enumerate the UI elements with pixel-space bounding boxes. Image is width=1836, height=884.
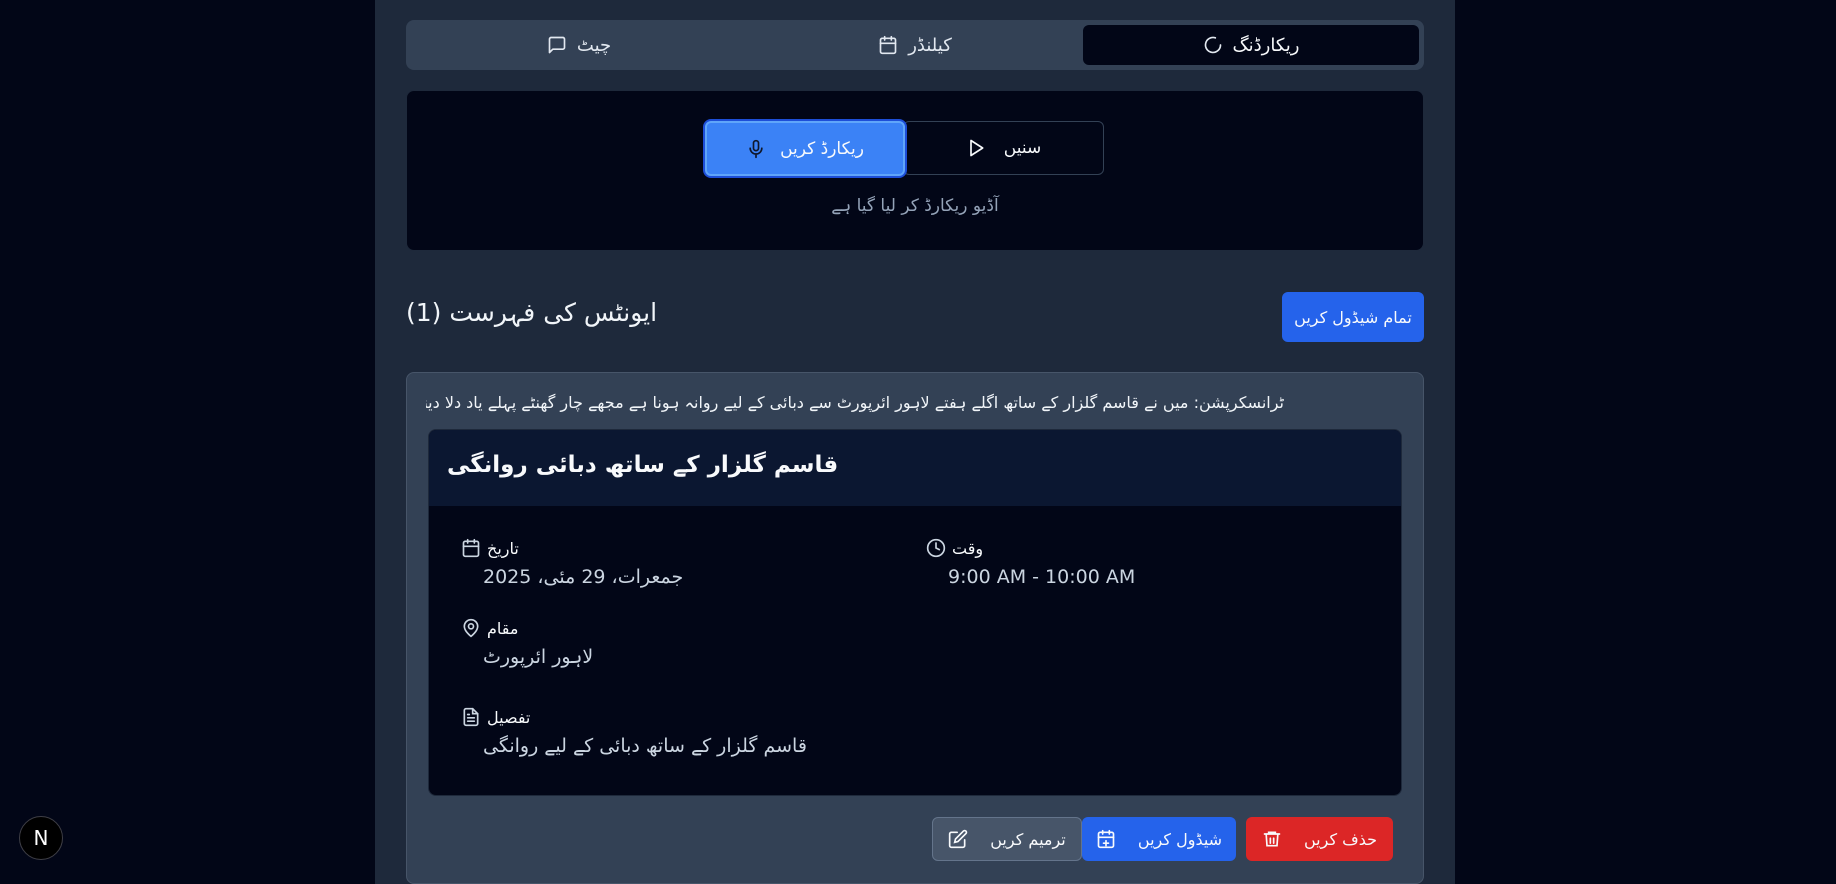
time-label: وقت (952, 538, 984, 558)
event-title: قاسم گلزار کے ساتھ دبائی روانگی (447, 452, 839, 478)
edit-label: ترمیم کریں (990, 829, 1066, 849)
schedule-button[interactable]: شیڈول کریں (1082, 817, 1236, 861)
map-pin-icon (463, 618, 479, 638)
edit-button[interactable]: ترمیم کریں (932, 817, 1082, 861)
record-label: ریکارڈ کریں (780, 138, 864, 159)
tab-chat[interactable]: چیٹ (411, 25, 747, 65)
message-icon (548, 36, 566, 54)
schedule-all-button[interactable]: تمام شیڈول کریں (1282, 292, 1424, 342)
microphone-icon (749, 139, 763, 158)
trash-icon (1263, 831, 1281, 847)
location-value: لاہور ائرپورٹ (483, 646, 594, 668)
tab-recording-label: ریکارڈنگ (1232, 34, 1300, 56)
listen-button[interactable]: سنیں (903, 121, 1104, 175)
loader-icon (1204, 36, 1221, 54)
nextjs-logo-icon: N (33, 826, 49, 850)
calendar-icon (879, 35, 897, 55)
date-label: تاریخ (487, 538, 519, 558)
transcript-text: ٹرانسکرپشن: میں نے قاسم گلزار کے ساتھ اگ… (426, 393, 1284, 412)
calendar-icon (462, 538, 480, 558)
edit-icon (949, 829, 968, 849)
schedule-label: شیڈول کریں (1137, 829, 1223, 849)
record-button[interactable]: ریکارڈ کریں (705, 121, 905, 176)
time-value: 9:00 AM - 10:00 AM (948, 566, 1136, 588)
location-field: مقام لاہور ائرپورٹ (461, 618, 593, 668)
location-label: مقام (487, 618, 519, 638)
event-detail-header: قاسم گلزار کے ساتھ دبائی روانگی (429, 430, 1401, 506)
tab-recording[interactable]: ریکارڈنگ (1083, 25, 1419, 65)
description-value: قاسم گلزار کے ساتھ دبائی کے لیے روانگی (483, 735, 807, 757)
tab-calendar[interactable]: کیلنڈر (747, 25, 1083, 65)
date-field: تاریخ جمعرات، 29 مئی، 2025 (461, 538, 683, 588)
tab-calendar-label: کیلنڈر (908, 34, 952, 56)
play-icon (969, 139, 984, 157)
tab-bar: ریکارڈنگ کیلنڈر چیٹ (406, 20, 1424, 70)
listen-label: سنیں (1003, 138, 1042, 158)
events-list-title: ایونٹس کی فہرست (1) (406, 298, 658, 327)
file-text-icon (463, 707, 479, 727)
date-value: جمعرات، 29 مئی، 2025 (483, 566, 684, 588)
tab-chat-label: چیٹ (576, 34, 612, 56)
description-field: تفصیل قاسم گلزار کے ساتھ دبائی کے لیے رو… (461, 707, 807, 757)
event-detail: قاسم گلزار کے ساتھ دبائی روانگی تاریخ جم… (428, 429, 1402, 796)
delete-button[interactable]: حذف کریں (1246, 817, 1393, 861)
time-field: وقت 9:00 AM - 10:00 AM (926, 538, 1135, 588)
nextjs-badge-button[interactable]: N (19, 816, 63, 860)
calendar-plus-icon (1097, 829, 1115, 849)
delete-label: حذف کریں (1303, 829, 1378, 849)
description-label: تفصیل (487, 707, 531, 727)
clock-icon (926, 538, 946, 558)
recording-status: آڈیو ریکارڈ کر لیا گیا ہے (831, 196, 999, 216)
